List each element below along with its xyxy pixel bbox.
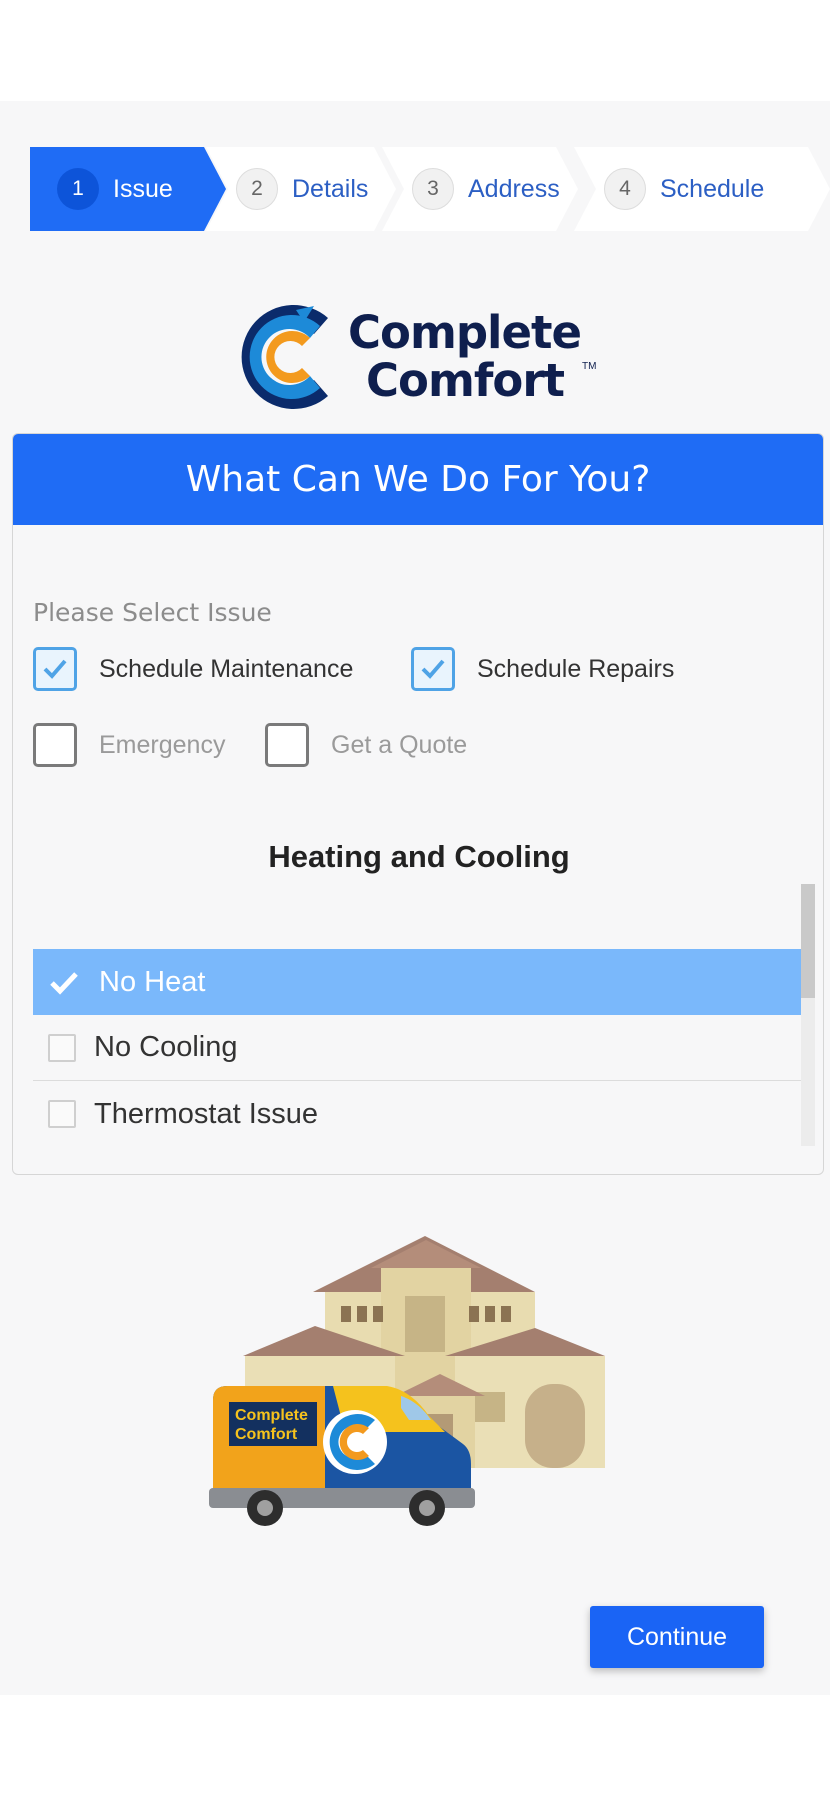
step-number: 4 bbox=[604, 168, 646, 210]
issue-no-heat[interactable]: No Heat bbox=[33, 949, 803, 1015]
step-number: 1 bbox=[57, 168, 99, 210]
step-number: 3 bbox=[412, 168, 454, 210]
scrollbar-thumb[interactable] bbox=[801, 884, 815, 998]
option-emergency[interactable]: Emergency bbox=[33, 723, 225, 767]
checkbox[interactable] bbox=[265, 723, 309, 767]
step-address[interactable]: 3 Address bbox=[382, 147, 578, 231]
booking-app: 1 Issue 2 Details 3 Address 4 Schedule C… bbox=[0, 101, 830, 1695]
logo-line2: Comfort bbox=[366, 354, 565, 407]
option-get-a-quote[interactable]: Get a Quote bbox=[265, 723, 467, 767]
logo-c-emblem-icon bbox=[241, 305, 328, 409]
checkbox[interactable] bbox=[33, 647, 77, 691]
checkmark-icon bbox=[43, 659, 67, 679]
logo-line1: Complete bbox=[348, 306, 582, 359]
section-label: Please Select Issue bbox=[33, 598, 272, 627]
option-label: Get a Quote bbox=[331, 730, 468, 759]
logo-trademark: TM bbox=[582, 361, 597, 372]
option-label: Schedule Repairs bbox=[477, 654, 675, 683]
issue-no-cooling[interactable]: No Cooling bbox=[33, 1015, 803, 1081]
step-label: Address bbox=[468, 174, 560, 203]
option-label: Schedule Maintenance bbox=[99, 654, 354, 683]
step-details[interactable]: 2 Details bbox=[206, 147, 396, 231]
issue-label: Thermostat Issue bbox=[94, 1097, 319, 1130]
step-label: Schedule bbox=[660, 174, 765, 203]
list-checkbox[interactable] bbox=[48, 1100, 76, 1128]
continue-button[interactable]: Continue bbox=[590, 1606, 764, 1668]
step-number: 2 bbox=[236, 168, 278, 210]
step-issue[interactable]: 1 Issue bbox=[30, 147, 226, 231]
option-schedule-maintenance[interactable]: Schedule Maintenance bbox=[33, 647, 353, 691]
issue-thermostat[interactable]: Thermostat Issue bbox=[33, 1081, 803, 1147]
van-brand-line2: Comfort bbox=[235, 1426, 298, 1443]
issue-list: No Heat No Cooling Thermostat Issue bbox=[33, 949, 803, 1147]
card-header: What Can We Do For You? bbox=[13, 434, 823, 525]
checkbox[interactable] bbox=[411, 647, 455, 691]
category-title: Heating and Cooling bbox=[268, 839, 570, 874]
checkmark-icon bbox=[47, 965, 81, 999]
checkmark-icon bbox=[421, 659, 445, 679]
house-and-van-illustration: Complete Comfort bbox=[205, 1236, 645, 1616]
option-label: Emergency bbox=[99, 730, 226, 759]
option-schedule-repairs[interactable]: Schedule Repairs bbox=[411, 647, 674, 691]
issue-card: What Can We Do For You? Please Select Is… bbox=[12, 433, 824, 1175]
issue-label: No Cooling bbox=[94, 1031, 238, 1063]
step-schedule[interactable]: 4 Schedule bbox=[574, 147, 830, 231]
issue-list-scrollbar[interactable] bbox=[801, 884, 815, 1146]
progress-stepper: 1 Issue 2 Details 3 Address 4 Schedule bbox=[30, 147, 830, 231]
van-brand-line1: Complete bbox=[235, 1407, 308, 1424]
house-illustration: Complete Comfort bbox=[209, 1236, 605, 1526]
list-checkbox[interactable] bbox=[48, 1033, 76, 1062]
issue-label: No Heat bbox=[99, 965, 206, 998]
step-label: Issue bbox=[113, 174, 173, 203]
complete-comfort-logo: Complete Comfort TM bbox=[236, 296, 606, 418]
checkbox[interactable] bbox=[33, 723, 77, 767]
step-label: Details bbox=[292, 174, 369, 203]
